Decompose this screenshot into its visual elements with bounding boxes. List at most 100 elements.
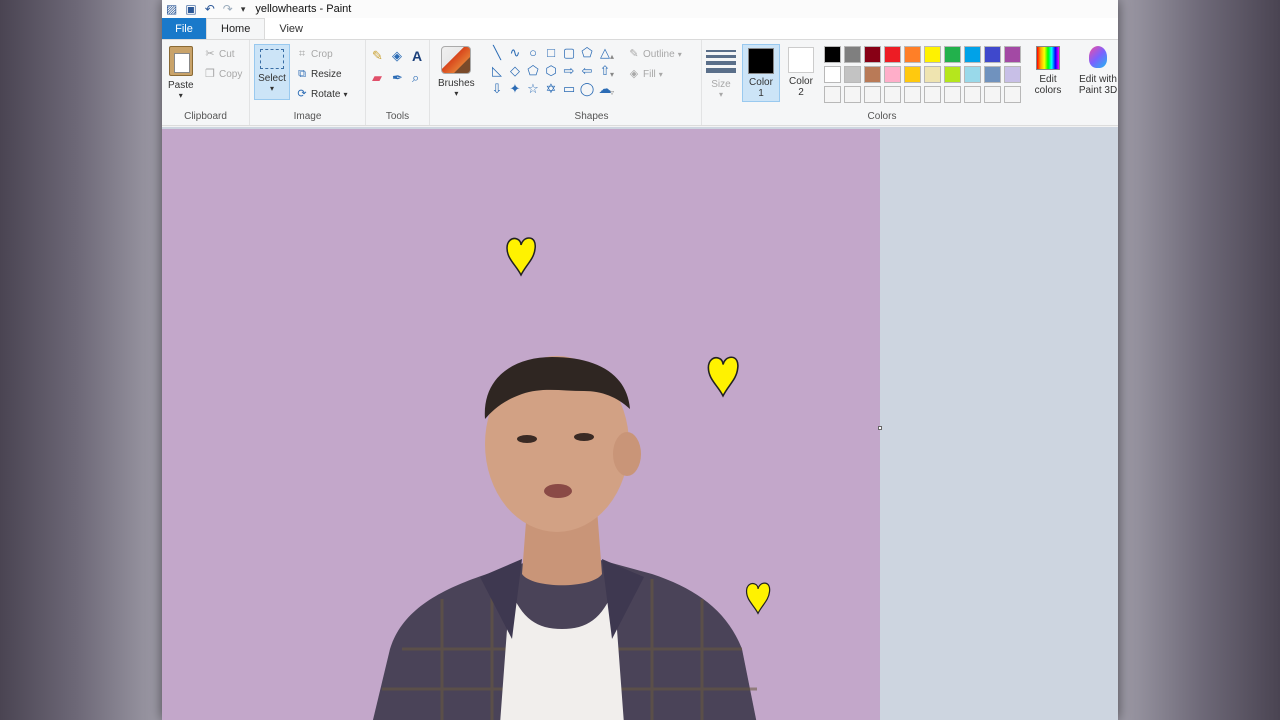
palette-swatch[interactable] [924,66,941,83]
text-tool-icon[interactable]: A [412,48,422,64]
clipboard-icon [168,46,193,76]
shapes-scroll-down-icon[interactable]: ▾ [610,66,614,82]
palette-swatch[interactable] [884,86,901,103]
palette-swatch[interactable] [864,86,881,103]
palette-swatch[interactable] [864,66,881,83]
paste-dropdown-icon[interactable]: ▾ [179,91,183,100]
color2-button[interactable]: Color 2 [782,44,820,102]
palette-swatch[interactable] [924,46,941,63]
cut-label: Cut [219,48,235,60]
fill-button[interactable]: ◈ Fill ▾ [628,66,663,82]
curve-shape-icon[interactable]: ∿ [506,44,524,62]
line-shape-icon[interactable]: ╲ [488,44,506,62]
palette-swatch[interactable] [844,86,861,103]
palette-swatch[interactable] [904,86,921,103]
fill-bucket-icon[interactable]: ◈ [392,48,402,64]
left-arrow-shape-icon[interactable]: ⇦ [578,62,596,80]
palette-swatch[interactable] [824,86,841,103]
right-arrow-shape-icon[interactable]: ⇨ [560,62,578,80]
palette-swatch[interactable] [1004,86,1021,103]
fill-dropdown-icon[interactable]: ▾ [659,70,663,79]
shapes-scroll-up-icon[interactable]: ▴ [610,48,614,64]
canvas-resize-handle[interactable] [878,426,882,430]
tab-home[interactable]: Home [206,18,266,39]
palette-swatch[interactable] [944,46,961,63]
edit-colors-label: Edit colors [1034,74,1062,96]
rotate-dropdown-icon[interactable]: ▾ [343,90,347,99]
magnifier-icon[interactable]: ⌕ [412,70,419,86]
palette-swatch[interactable] [964,86,981,103]
resize-button[interactable]: ⧉ Resize [296,66,342,82]
palette-swatch[interactable] [844,46,861,63]
undo-icon[interactable]: ↶ [205,3,215,15]
five-point-star-shape-icon[interactable]: ☆ [524,80,542,98]
palette-swatch[interactable] [944,66,961,83]
palette-swatch[interactable] [984,46,1001,63]
palette-swatch[interactable] [884,46,901,63]
edit-with-paint3d-button[interactable]: Edit with Paint 3D [1074,46,1118,96]
palette-swatch[interactable] [824,46,841,63]
palette-swatch[interactable] [1004,46,1021,63]
oval-shape-icon[interactable]: ○ [524,44,542,62]
scissors-icon: ✂ [205,48,215,60]
select-dropdown-icon[interactable]: ▾ [270,84,274,93]
redo-icon[interactable]: ↷ [223,3,233,15]
palette-swatch[interactable] [984,66,1001,83]
palette-swatch[interactable] [824,66,841,83]
fill-label: Fill [643,68,656,80]
palette-swatch[interactable] [904,46,921,63]
save-icon[interactable]: ▣ [185,3,196,15]
fill-icon: ◈ [629,68,639,80]
tab-view[interactable]: View [265,18,317,39]
diamond-shape-icon[interactable]: ◇ [506,62,524,80]
outline-dropdown-icon[interactable]: ▾ [678,50,682,59]
color-palette[interactable] [824,46,1021,103]
shapes-expand-icon[interactable]: ▿ [610,84,614,100]
color1-button[interactable]: Color 1 [742,44,780,102]
brushes-dropdown-icon[interactable]: ▾ [454,89,458,98]
workspace [162,127,1118,720]
rounded-rectangle-shape-icon[interactable]: ▢ [560,44,578,62]
edit-colors-button[interactable]: Edit colors [1028,46,1068,96]
drawing-canvas[interactable] [162,129,880,720]
outline-button[interactable]: ✎ Outline ▾ [628,46,682,62]
paste-button[interactable]: Paste ▾ [168,46,194,100]
pentagon-shape-icon[interactable]: ⬠ [524,62,542,80]
select-rectangle-icon [260,49,284,69]
color-picker-icon[interactable]: ✒ [392,70,403,86]
select-button[interactable]: Select ▾ [254,44,290,100]
rotate-button[interactable]: ⟳ Rotate ▾ [296,86,347,102]
hexagon-shape-icon[interactable]: ⬡ [542,62,560,80]
brushes-label: Brushes [438,78,475,89]
four-point-star-shape-icon[interactable]: ✦ [506,80,524,98]
palette-swatch[interactable] [844,66,861,83]
size-button[interactable]: Size ▾ [706,50,736,99]
copy-label: Copy [219,68,243,80]
pencil-icon[interactable]: ✎ [372,48,383,64]
six-point-star-shape-icon[interactable]: ✡ [542,80,560,98]
palette-swatch[interactable] [964,66,981,83]
shapes-gallery[interactable]: ╲ ∿ ○ □ ▢ ⬠ △ ◺ ◇ ⬠ ⬡ ⇨ ⇦ ⇧ ⇩ ✦ ☆ ✡ ▭ ◯ [488,44,618,98]
size-dropdown-icon[interactable]: ▾ [719,90,723,99]
customize-dropdown-icon[interactable]: ▾ [241,4,246,14]
right-triangle-shape-icon[interactable]: ◺ [488,62,506,80]
rectangle-shape-icon[interactable]: □ [542,44,560,62]
eraser-icon[interactable]: ▰ [372,70,382,86]
palette-swatch[interactable] [964,46,981,63]
palette-swatch[interactable] [884,66,901,83]
rect-callout-shape-icon[interactable]: ▭ [560,80,578,98]
oval-callout-shape-icon[interactable]: ◯ [578,80,596,98]
cut-button[interactable]: ✂ Cut [204,46,235,62]
palette-swatch[interactable] [984,86,1001,103]
polygon-shape-icon[interactable]: ⬠ [578,44,596,62]
palette-swatch[interactable] [944,86,961,103]
palette-swatch[interactable] [1004,66,1021,83]
palette-swatch[interactable] [924,86,941,103]
palette-swatch[interactable] [904,66,921,83]
down-arrow-shape-icon[interactable]: ⇩ [488,80,506,98]
brushes-button[interactable]: Brushes ▾ [438,46,475,98]
crop-button[interactable]: ⌗ Crop [296,46,333,62]
copy-button[interactable]: ❐ Copy [204,66,242,82]
tab-file[interactable]: File [162,18,206,39]
palette-swatch[interactable] [864,46,881,63]
